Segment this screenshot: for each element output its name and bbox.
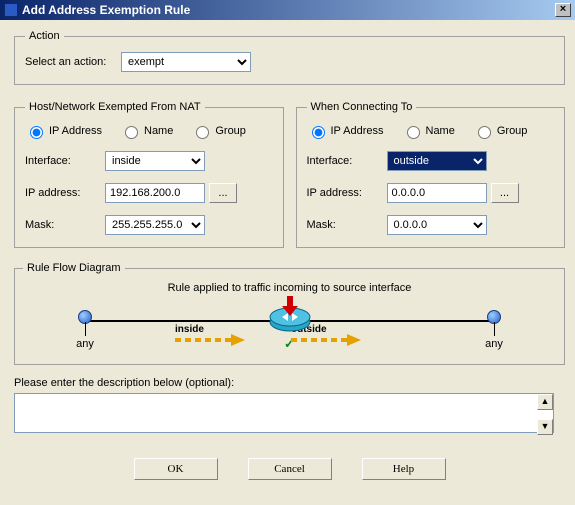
action-group: Action Select an action: exempt bbox=[14, 30, 565, 85]
flow-diagram: any any inside outside ✓ bbox=[23, 298, 556, 354]
dest-interface-select[interactable]: outside bbox=[387, 151, 487, 171]
source-legend: Host/Network Exempted From NAT bbox=[25, 101, 205, 113]
source-interface-label: Interface: bbox=[25, 155, 105, 167]
dest-ip-input[interactable] bbox=[387, 183, 487, 203]
action-select[interactable]: exempt bbox=[121, 52, 251, 72]
dest-group: When Connecting To IP Address Name Group… bbox=[296, 101, 566, 248]
dest-ip-label: IP address: bbox=[307, 187, 387, 199]
flow-right-label: any bbox=[474, 338, 514, 350]
source-browse-button[interactable]: ... bbox=[209, 183, 237, 203]
dest-radio-name[interactable]: Name bbox=[402, 123, 455, 139]
source-interface-select[interactable]: inside bbox=[105, 151, 205, 171]
scroll-down-button[interactable]: ▼ bbox=[537, 419, 553, 435]
dest-mask-label: Mask: bbox=[307, 219, 387, 231]
flow-legend: Rule Flow Diagram bbox=[23, 262, 125, 274]
source-mask-label: Mask: bbox=[25, 219, 105, 231]
description-textarea[interactable] bbox=[14, 393, 554, 433]
cancel-button[interactable]: Cancel bbox=[248, 458, 332, 480]
source-ip-label: IP address: bbox=[25, 187, 105, 199]
dashed-arrow-icon bbox=[291, 334, 361, 346]
close-button[interactable]: × bbox=[555, 3, 571, 17]
source-mask-select[interactable]: 255.255.255.0 bbox=[105, 215, 205, 235]
flow-left-label: any bbox=[65, 338, 105, 350]
dest-radio-ip[interactable]: IP Address bbox=[307, 123, 384, 139]
ok-button[interactable]: OK bbox=[134, 458, 218, 480]
flow-group: Rule Flow Diagram Rule applied to traffi… bbox=[14, 262, 565, 365]
scroll-up-button[interactable]: ▲ bbox=[537, 394, 553, 410]
source-radio-name[interactable]: Name bbox=[120, 123, 173, 139]
dest-interface-label: Interface: bbox=[307, 155, 387, 167]
flow-caption: Rule applied to traffic incoming to sour… bbox=[23, 282, 556, 294]
help-button[interactable]: Help bbox=[362, 458, 446, 480]
source-ip-input[interactable] bbox=[105, 183, 205, 203]
dest-radio-group[interactable]: Group bbox=[473, 123, 528, 139]
action-label: Select an action: bbox=[25, 56, 115, 68]
source-group: Host/Network Exempted From NAT IP Addres… bbox=[14, 101, 284, 248]
dest-mask-select[interactable]: 0.0.0.0 bbox=[387, 215, 487, 235]
source-radio-ip[interactable]: IP Address bbox=[25, 123, 102, 139]
dest-legend: When Connecting To bbox=[307, 101, 417, 113]
app-icon bbox=[4, 3, 18, 17]
dashed-arrow-icon bbox=[175, 334, 245, 346]
dest-browse-button[interactable]: ... bbox=[491, 183, 519, 203]
description-label: Please enter the description below (opti… bbox=[14, 377, 565, 389]
action-legend: Action bbox=[25, 30, 64, 42]
source-radio-group[interactable]: Group bbox=[191, 123, 246, 139]
window-title: Add Address Exemption Rule bbox=[22, 0, 190, 20]
title-bar: Add Address Exemption Rule × bbox=[0, 0, 575, 20]
red-arrow-icon bbox=[282, 296, 298, 319]
